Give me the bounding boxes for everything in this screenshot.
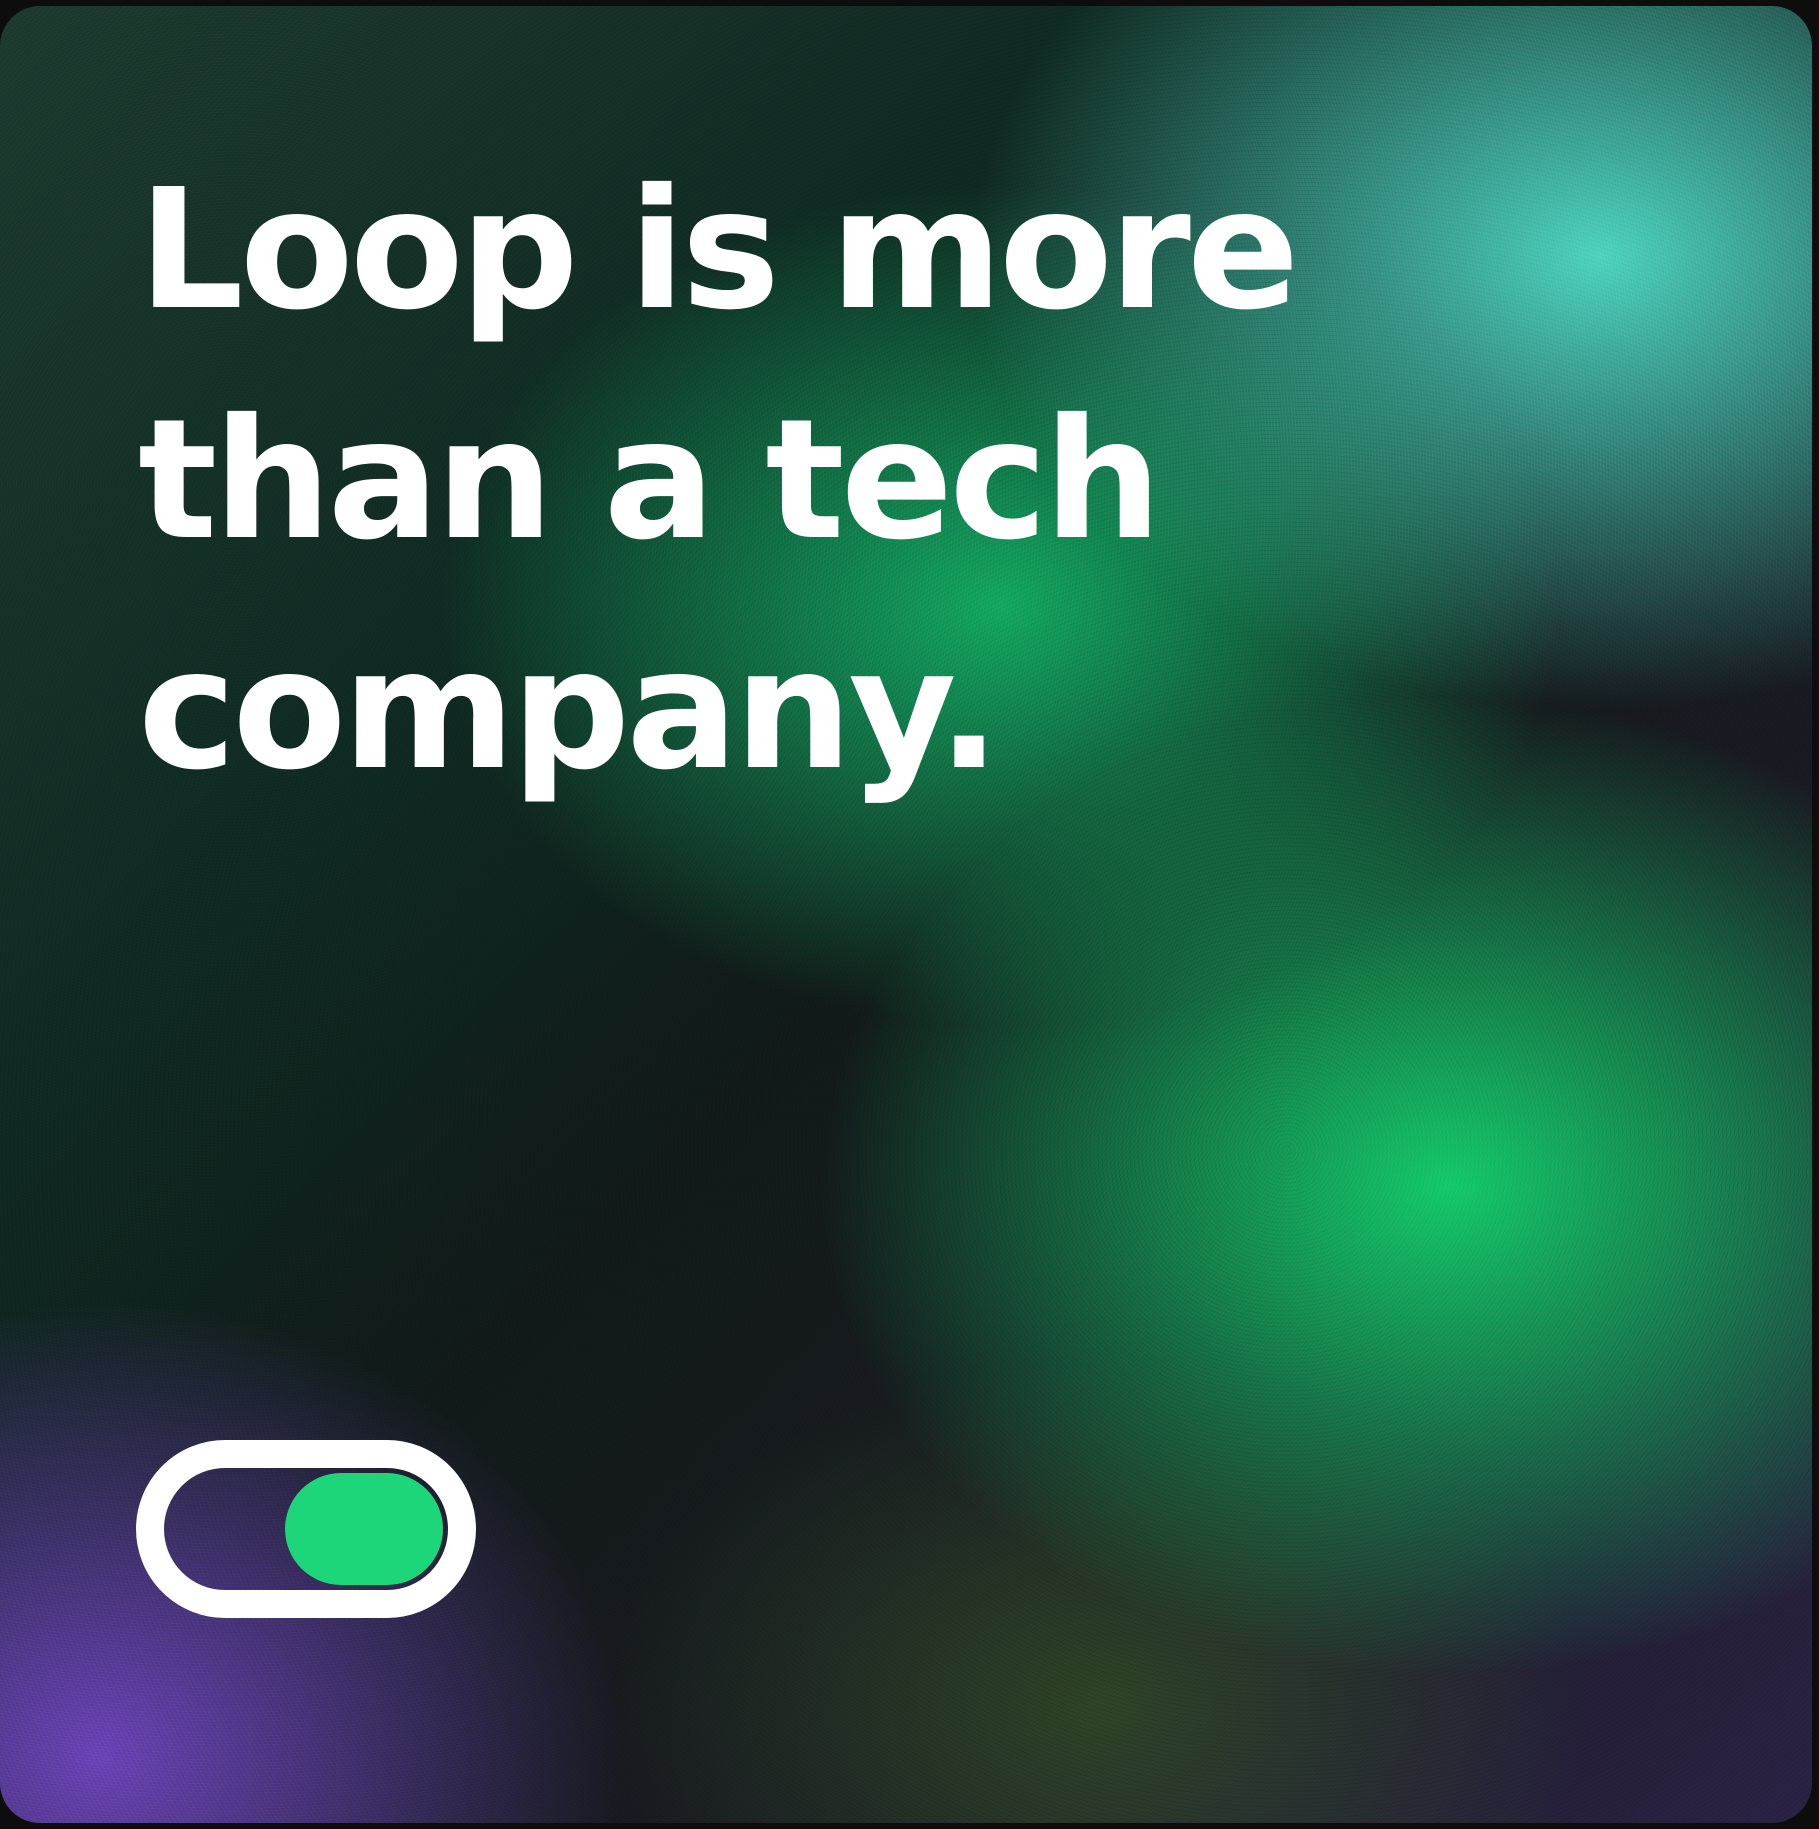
promo-card: Loop is more than a tech company. (0, 6, 1812, 1823)
headline: Loop is more than a tech company. (138, 136, 1438, 826)
toggle-switch[interactable] (136, 1440, 476, 1618)
toggle-knob (285, 1473, 443, 1585)
canvas: Loop is more than a tech company. (0, 0, 1819, 1829)
headline-line-2: than a tech (138, 384, 1162, 577)
headline-line-3: company. (138, 614, 1000, 807)
headline-line-1: Loop is more (138, 154, 1299, 347)
